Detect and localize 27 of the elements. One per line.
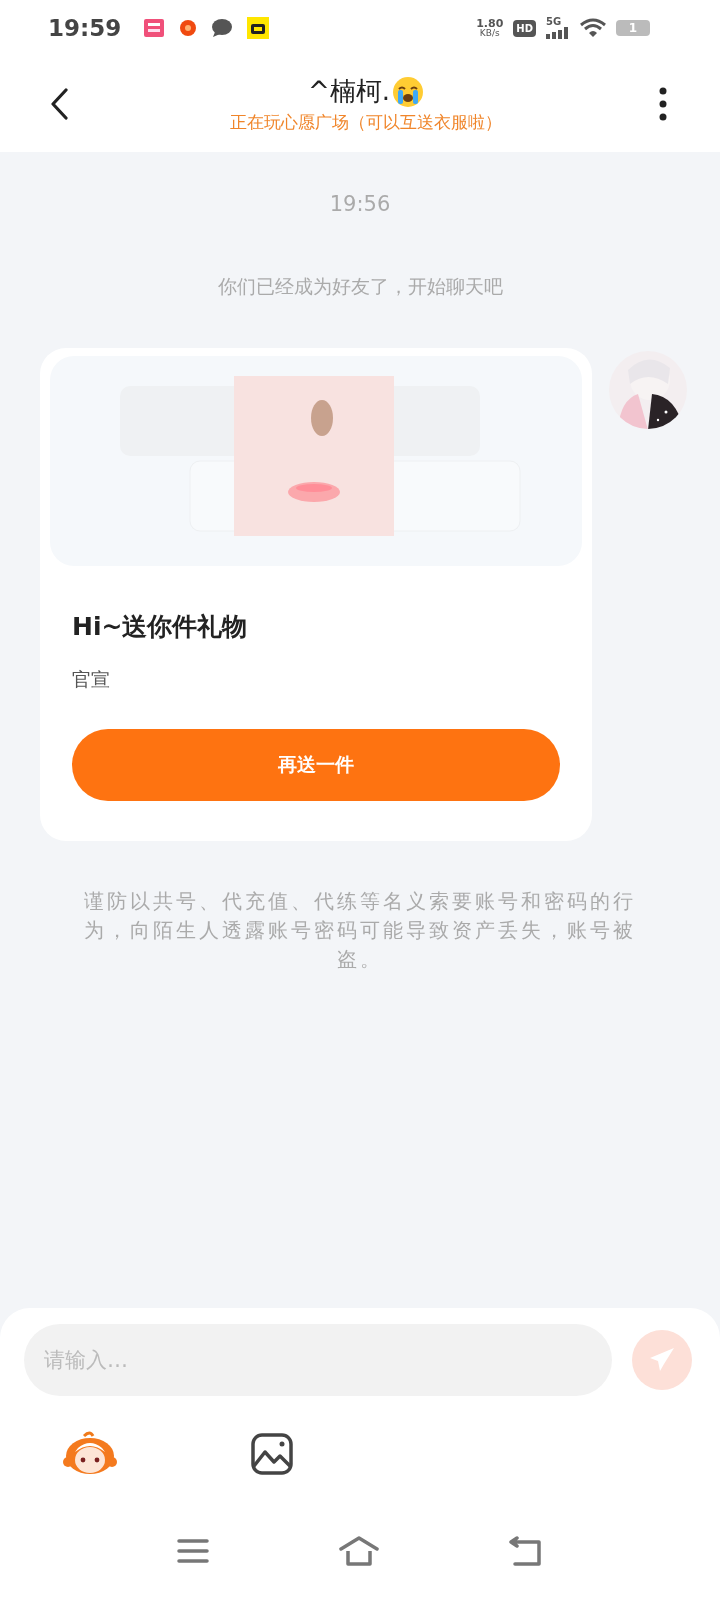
status-subtitle: 正在玩心愿广场（可以互送衣服啦） bbox=[230, 111, 502, 134]
send-again-button[interactable]: 再送一件 bbox=[72, 729, 560, 801]
home-icon[interactable] bbox=[339, 1536, 379, 1566]
battery-icon: 1 bbox=[616, 20, 650, 36]
safety-warning: 谨防以共号、代充值、代练等名义索要账号和密码的行为，向陌生人透露账号密码可能导致资产丢失，账号被盗。 bbox=[83, 888, 637, 973]
network-type: 5G bbox=[546, 17, 562, 27]
back-nav-icon[interactable] bbox=[509, 1536, 543, 1566]
message-time: 19:56 bbox=[329, 192, 391, 216]
system-message: 你们已经成为好友了，开始聊天吧 bbox=[217, 274, 503, 299]
chat-bubble-icon bbox=[211, 18, 234, 38]
app-notification-icon bbox=[179, 19, 198, 37]
image-icon[interactable] bbox=[250, 1432, 294, 1476]
network-speed-value: 1.80 bbox=[476, 18, 504, 29]
crying-emoji-icon bbox=[392, 75, 425, 108]
wifi-icon bbox=[580, 18, 606, 38]
back-icon bbox=[50, 88, 68, 120]
gift-description: 官宣 bbox=[72, 667, 111, 692]
gift-title: Hi~送你件礼物 bbox=[72, 611, 249, 643]
more-menu-icon[interactable] bbox=[658, 87, 668, 121]
network-speed-unit: KB/s bbox=[479, 29, 500, 38]
menu-icon[interactable] bbox=[177, 1538, 209, 1564]
signal-icon bbox=[546, 27, 570, 39]
app-notification-icon bbox=[143, 17, 166, 39]
contact-name: ^楠柯. bbox=[307, 75, 391, 108]
app-notification-icon bbox=[247, 17, 270, 39]
clock-time: 19:59 bbox=[48, 15, 122, 41]
hd-badge: HD bbox=[513, 19, 536, 37]
